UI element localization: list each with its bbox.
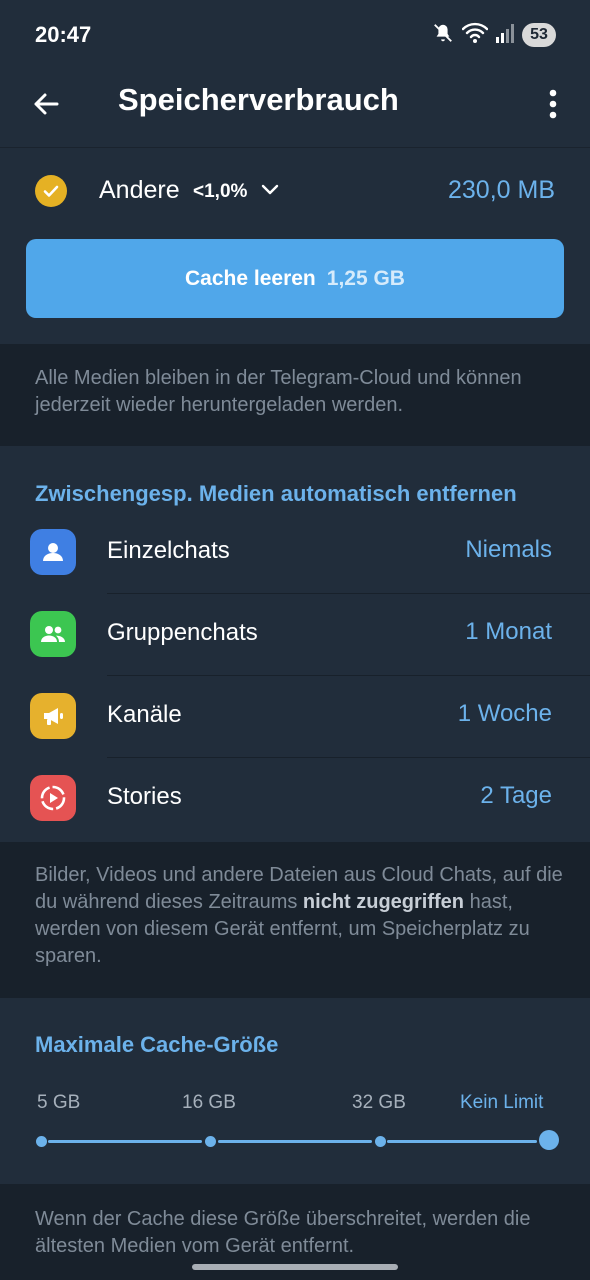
slider-stop[interactable] xyxy=(36,1136,47,1147)
checkbox-checked-icon[interactable] xyxy=(35,175,67,207)
auto-remove-header: Zwischengesp. Medien automatisch entfern… xyxy=(35,481,517,506)
slider-option-label-selected[interactable]: Kein Limit xyxy=(460,1092,543,1114)
slider-option-label[interactable]: 5 GB xyxy=(37,1092,80,1114)
slider-option-label[interactable]: 16 GB xyxy=(182,1092,236,1114)
more-vertical-icon xyxy=(549,89,557,119)
row-private-chats[interactable]: Einzelchats Niemals xyxy=(0,512,590,594)
row-stories[interactable]: Stories 2 Tage xyxy=(0,758,590,840)
signal-icon xyxy=(496,23,514,48)
clear-cache-size: 1,25 GB xyxy=(326,266,405,290)
row-value: 2 Tage xyxy=(480,782,552,809)
page-title: Speicherverbrauch xyxy=(118,82,399,117)
arrow-left-icon xyxy=(34,93,59,115)
slider-track[interactable] xyxy=(218,1140,372,1143)
row-label: Kanäle xyxy=(107,701,182,728)
clear-cache-label: Cache leeren xyxy=(185,266,316,290)
auto-remove-info-section: Bilder, Videos und andere Dateien aus Cl… xyxy=(0,842,590,998)
info-text-bold: nicht zugegriffen xyxy=(302,891,465,913)
more-options-button[interactable] xyxy=(538,84,568,124)
app-header: Speicherverbrauch xyxy=(0,70,590,148)
row-label: Stories xyxy=(107,783,182,810)
row-channels[interactable]: Kanäle 1 Woche xyxy=(0,676,590,758)
cloud-info-text: Alle Medien bleiben in der Telegram-Clou… xyxy=(35,367,522,416)
stories-icon xyxy=(30,775,76,821)
row-value: Niemals xyxy=(465,536,552,563)
back-button[interactable] xyxy=(26,84,66,124)
row-value: 1 Monat xyxy=(465,618,552,645)
row-label: Einzelchats xyxy=(107,537,230,564)
mute-icon xyxy=(432,22,454,49)
group-icon xyxy=(30,611,76,657)
cache-size-section: Maximale Cache-Größe 5 GB 16 GB 32 GB Ke… xyxy=(0,998,590,1184)
row-label: Gruppenchats xyxy=(107,619,258,646)
home-indicator[interactable] xyxy=(192,1264,398,1270)
battery-badge: 53 xyxy=(522,23,556,47)
cache-info-text: Wenn der Cache diese Größe überschreitet… xyxy=(35,1208,531,1257)
cache-size-header: Maximale Cache-Größe xyxy=(35,1032,279,1057)
slider-stop[interactable] xyxy=(205,1136,216,1147)
slider-knob[interactable] xyxy=(539,1130,559,1150)
person-icon xyxy=(30,529,76,575)
category-size: 230,0 MB xyxy=(447,176,555,204)
status-time: 20:47 xyxy=(35,22,92,47)
status-icons: 53 xyxy=(432,22,556,48)
cloud-info-section: Alle Medien bleiben in der Telegram-Clou… xyxy=(0,344,590,446)
slider-track[interactable] xyxy=(48,1140,202,1143)
row-value: 1 Woche xyxy=(457,700,552,727)
auto-remove-info-text: Bilder, Videos und andere Dateien aus Cl… xyxy=(35,862,565,970)
storage-category-section: Andere <1,0% 230,0 MB Cache leeren 1,25 … xyxy=(0,148,590,344)
category-label[interactable]: Andere xyxy=(99,176,180,205)
category-percent[interactable]: <1,0% xyxy=(193,181,247,203)
slider-track[interactable] xyxy=(387,1140,537,1143)
auto-remove-section: Zwischengesp. Medien automatisch entfern… xyxy=(0,446,590,842)
chevron-down-icon[interactable] xyxy=(259,178,281,200)
wifi-icon xyxy=(461,22,489,49)
slider-option-label[interactable]: 32 GB xyxy=(352,1092,406,1114)
clear-cache-button[interactable]: Cache leeren 1,25 GB xyxy=(26,239,564,318)
megaphone-icon xyxy=(30,693,76,739)
slider-stop[interactable] xyxy=(375,1136,386,1147)
row-group-chats[interactable]: Gruppenchats 1 Monat xyxy=(0,594,590,676)
status-bar: 20:47 53 xyxy=(0,0,590,70)
